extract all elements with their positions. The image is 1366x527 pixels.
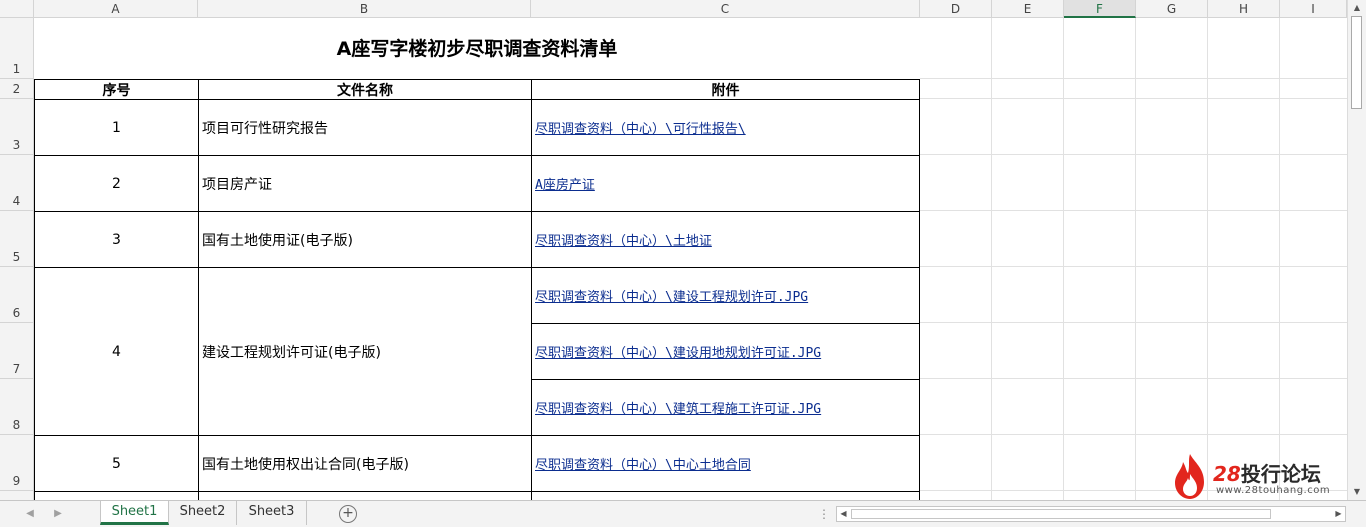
gridline — [920, 154, 1347, 155]
gridline — [1135, 18, 1136, 500]
scroll-up-icon[interactable]: ▲ — [1351, 2, 1363, 14]
cell-file-name[interactable]: 项目可行性研究报告 — [198, 99, 532, 156]
tab-scroll-left-icon[interactable]: ◀ — [22, 505, 38, 523]
scroll-left-icon[interactable]: ◀ — [837, 507, 850, 521]
gridline — [920, 210, 1347, 211]
horizontal-scroll-thumb[interactable] — [851, 509, 1271, 519]
gridline — [920, 78, 1347, 79]
add-sheet-icon[interactable]: + — [339, 505, 357, 523]
scroll-right-icon[interactable]: ▶ — [1332, 507, 1345, 521]
cell-attachment[interactable]: 尽职调查资料（中心）\建设工程规划许可.JPG — [531, 267, 920, 324]
gridline — [991, 18, 992, 500]
tab-scroll-right-icon[interactable]: ▶ — [50, 505, 66, 523]
attachment-link[interactable]: 尽职调查资料（中心）\中心土地合同 — [535, 454, 751, 473]
row-header-2[interactable]: 2 — [0, 79, 34, 99]
cell-file-name[interactable]: 国有土地使用权出让合同(电子版) — [198, 435, 532, 492]
cell-attachment[interactable]: 尽职调查资料（中心）\中心土地合同 — [531, 435, 920, 492]
cell-attachment[interactable]: 尽职调查资料（中心）\可行性报告\ — [531, 99, 920, 156]
column-header-e[interactable]: E — [992, 0, 1064, 18]
spreadsheet: A B C D E F G H I 1 2 3 4 5 6 7 8 9 A座写字… — [0, 0, 1366, 527]
attachment-link[interactable]: 尽职调查资料（中心）\建设工程规划许可.JPG — [535, 286, 808, 305]
flame-icon — [1175, 454, 1204, 499]
header-file-name[interactable]: 文件名称 — [198, 79, 532, 100]
horizontal-scrollbar[interactable]: ◀ ▶ — [836, 506, 1346, 522]
gridline — [920, 322, 1347, 323]
column-header-a[interactable]: A — [34, 0, 198, 18]
cell-attachment[interactable]: A座房产证 — [531, 155, 920, 212]
logo-url: www.28touhang.com — [1216, 485, 1331, 496]
cell-file-name[interactable]: 项目房产证 — [198, 155, 532, 212]
scroll-down-icon[interactable]: ▼ — [1351, 486, 1363, 498]
cell-attachment[interactable]: 尽职调查资料（中心）\建设用地规划许可证.JPG — [531, 323, 920, 380]
row-header-5[interactable]: 5 — [0, 211, 34, 267]
column-header-f[interactable]: F — [1064, 0, 1136, 18]
cell-seq[interactable]: 4 — [34, 267, 199, 436]
forum-logo: 28投行论坛 www.28touhang.com — [1170, 452, 1340, 500]
vertical-scrollbar[interactable]: ▲ ▼ — [1347, 0, 1366, 500]
cell-file-name[interactable]: 建设工程规划许可证(电子版) — [198, 267, 532, 436]
attachment-link[interactable]: A座房产证 — [535, 174, 595, 193]
tab-sheet3[interactable]: Sheet3 — [237, 501, 307, 525]
gridline — [1207, 18, 1208, 500]
sheet-title[interactable]: A座写字楼初步尽职调查资料清单 — [34, 18, 920, 79]
gridline — [920, 434, 1347, 435]
row-header-6[interactable]: 6 — [0, 267, 34, 323]
tab-sheet1[interactable]: Sheet1 — [100, 501, 169, 525]
tab-splitter-handle[interactable]: ⋮ — [818, 507, 831, 521]
attachment-link[interactable]: 尽职调查资料（中心）\可行性报告\ — [535, 118, 746, 137]
cell-seq[interactable]: 5 — [34, 435, 199, 492]
cell-attachment[interactable]: 尽职调查资料（中心）\土地证 — [531, 211, 920, 268]
gridline — [1063, 18, 1064, 500]
row-header-8[interactable]: 8 — [0, 379, 34, 435]
gridline — [920, 266, 1347, 267]
cell-seq[interactable]: 3 — [34, 211, 199, 268]
column-header-b[interactable]: B — [198, 0, 531, 18]
cell-attachment[interactable]: 尽职调查资料（中心）\建筑工程施工许可证.JPG — [531, 379, 920, 436]
attachment-link[interactable]: 尽职调查资料（中心）\建设用地规划许可证.JPG — [535, 342, 821, 361]
column-header-g[interactable]: G — [1136, 0, 1208, 18]
header-attachment[interactable]: 附件 — [531, 79, 920, 100]
row-header-9[interactable]: 9 — [0, 435, 34, 491]
select-all-corner[interactable] — [0, 0, 34, 18]
column-header-i[interactable]: I — [1280, 0, 1347, 18]
tab-sheet2[interactable]: Sheet2 — [169, 501, 237, 525]
column-header-c[interactable]: C — [531, 0, 920, 18]
row-header-1[interactable]: 1 — [0, 18, 34, 79]
gridline — [1279, 18, 1280, 500]
cell-seq[interactable]: 1 — [34, 99, 199, 156]
attachment-link[interactable]: 尽职调查资料（中心）\土地证 — [535, 230, 712, 249]
column-header-h[interactable]: H — [1208, 0, 1280, 18]
gridline — [920, 378, 1347, 379]
cell-file-name[interactable]: 国有土地使用证(电子版) — [198, 211, 532, 268]
sheet-tab-bar: ◀ ▶ Sheet1 Sheet2 Sheet3 + ⋮ ◀ ▶ — [0, 500, 1366, 527]
header-seq[interactable]: 序号 — [34, 79, 199, 100]
logo-brand: 28投行论坛 — [1213, 458, 1321, 487]
cell-seq[interactable]: 2 — [34, 155, 199, 212]
row-header-10[interactable] — [0, 491, 34, 500]
vertical-scroll-thumb[interactable] — [1351, 16, 1362, 109]
row-header-4[interactable]: 4 — [0, 155, 34, 211]
logo-text: 投行论坛 — [1240, 462, 1321, 486]
row-header-7[interactable]: 7 — [0, 323, 34, 379]
attachment-link[interactable]: 尽职调查资料（中心）\建筑工程施工许可证.JPG — [535, 398, 821, 417]
logo-number: 28 — [1213, 462, 1241, 486]
row-header-3[interactable]: 3 — [0, 99, 34, 155]
gridline — [920, 98, 1347, 99]
column-header-d[interactable]: D — [920, 0, 992, 18]
